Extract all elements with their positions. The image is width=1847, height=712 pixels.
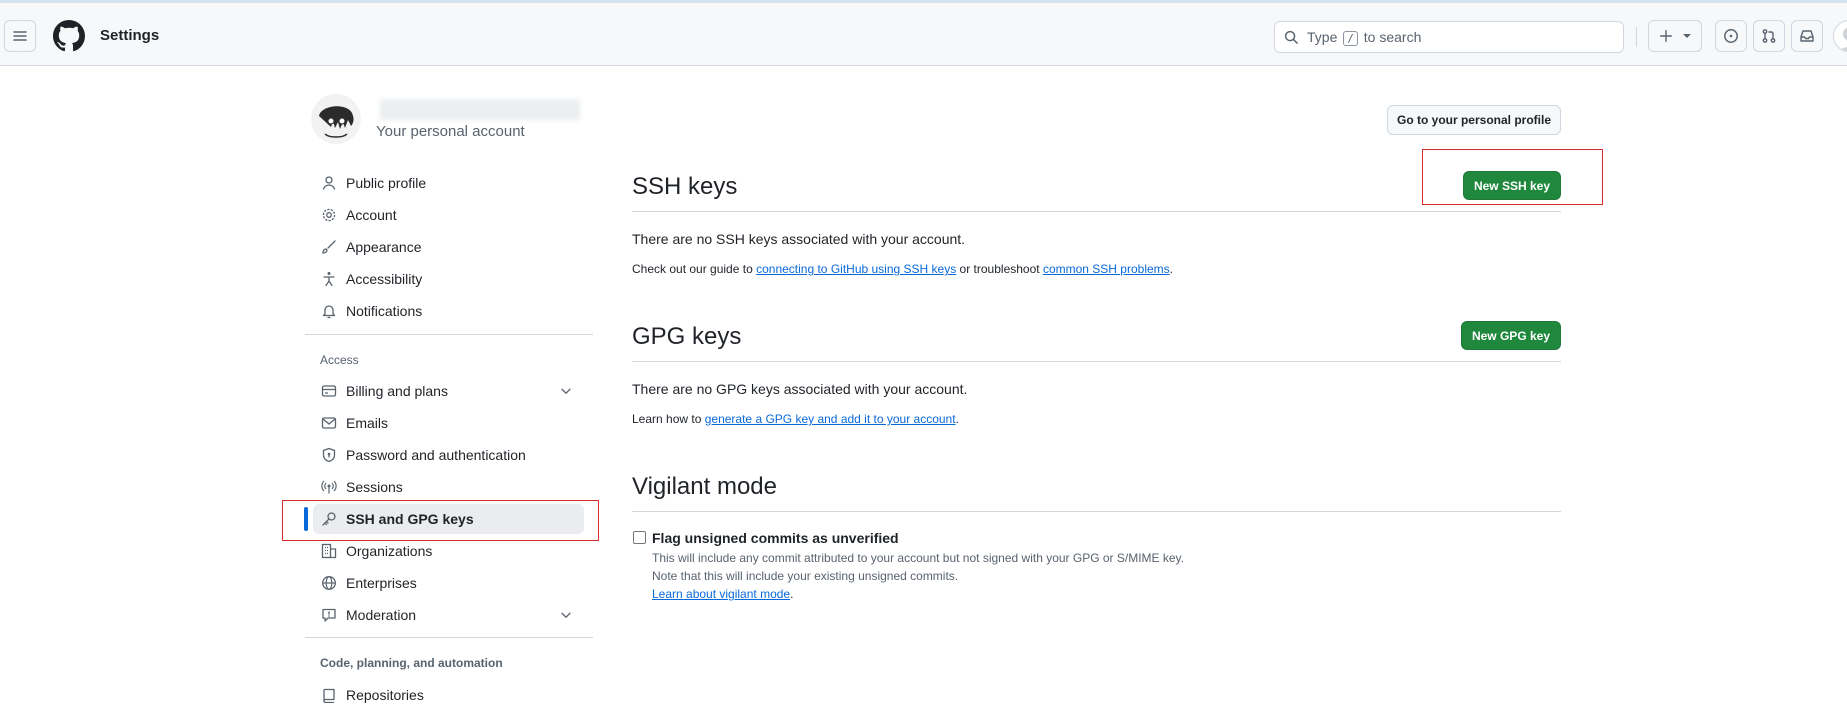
sidebar-item-password[interactable]: Password and authentication [315, 440, 585, 470]
sidebar-divider [305, 334, 593, 335]
sidebar-divider [305, 637, 593, 638]
account-avatar[interactable] [311, 94, 361, 144]
vigilant-desc-1: This will include any commit attributed … [652, 551, 1185, 565]
ssh-keys-title: SSH keys [632, 173, 738, 200]
account-subtitle: Your personal account [376, 123, 525, 140]
vigilant-desc-2: Note that this will include your existin… [652, 569, 959, 583]
create-new-button[interactable] [1648, 20, 1702, 52]
sidebar-item-accessibility[interactable]: Accessibility [315, 264, 585, 294]
gpg-divider [632, 361, 1561, 362]
sidebar-item-public-profile[interactable]: Public profile [315, 168, 585, 198]
global-header: Settings Type / to search [0, 3, 1847, 66]
highlight-box-sidebar [282, 500, 599, 541]
plus-icon [1660, 30, 1672, 42]
sidebar-section-access: Access [320, 353, 359, 367]
issues-button[interactable] [1715, 20, 1747, 52]
search-placeholder: Type / to search [1307, 29, 1422, 46]
vigilant-learn: Learn about vigilant mode. [652, 587, 794, 601]
sidebar-item-account[interactable]: Account [315, 200, 585, 230]
pull-requests-button[interactable] [1753, 20, 1785, 52]
hamburger-icon [13, 31, 27, 41]
gpg-keys-title: GPG keys [632, 323, 742, 350]
search-input[interactable]: Type / to search [1274, 21, 1624, 53]
ssh-problems-link[interactable]: common SSH problems [1043, 262, 1170, 276]
gpg-guide-link[interactable]: generate a GPG key and add it to your ac… [705, 412, 956, 426]
git-pull-request-icon [1762, 29, 1776, 43]
inbox-icon [1800, 30, 1814, 42]
chevron-down-icon[interactable] [559, 384, 573, 398]
gpg-empty-text: There are no GPG keys associated with yo… [632, 381, 968, 397]
bell-icon [322, 305, 336, 319]
search-icon [1284, 30, 1298, 44]
vigilant-learn-link[interactable]: Learn about vigilant mode [652, 587, 790, 601]
ssh-divider [632, 211, 1561, 212]
vigilant-divider [632, 511, 1561, 512]
new-gpg-key-button[interactable]: New GPG key [1461, 321, 1561, 350]
avatar-icon [1839, 27, 1847, 51]
credit-card-icon [321, 385, 337, 397]
avatar-image-icon [311, 94, 361, 144]
sidebar-item-enterprises[interactable]: Enterprises [315, 568, 585, 598]
gpg-learn-text: Learn how to generate a GPG key and add … [632, 412, 959, 426]
menu-button[interactable] [4, 20, 36, 52]
inbox-button[interactable] [1791, 20, 1823, 52]
sidebar-item-sessions[interactable]: Sessions [315, 472, 585, 502]
sidebar-item-appearance[interactable]: Appearance [315, 232, 585, 262]
header-title: Settings [100, 27, 160, 44]
ssh-guide-text: Check out our guide to connecting to Git… [632, 262, 1174, 276]
shield-lock-icon [322, 447, 336, 463]
report-icon [322, 608, 336, 622]
globe-icon [322, 576, 336, 590]
sidebar-item-emails[interactable]: Emails [315, 408, 585, 438]
chevron-down-icon[interactable] [559, 608, 573, 622]
sidebar-item-billing[interactable]: Billing and plans [315, 376, 585, 406]
organization-icon [321, 543, 337, 559]
flag-unsigned-checkbox[interactable] [633, 531, 646, 544]
github-logo-icon[interactable] [53, 20, 85, 52]
header-divider [1636, 27, 1637, 47]
triangle-down-icon [1683, 34, 1691, 38]
user-avatar-button[interactable] [1833, 20, 1847, 52]
repo-icon [323, 688, 335, 703]
mail-icon [321, 417, 337, 429]
ssh-empty-text: There are no SSH keys associated with yo… [632, 231, 966, 247]
accessibility-icon [323, 272, 335, 287]
redacted-name [380, 99, 580, 120]
paintbrush-icon [322, 240, 336, 254]
sidebar-item-moderation[interactable]: Moderation [315, 600, 585, 630]
sidebar-section-code: Code, planning, and automation [320, 656, 503, 670]
sidebar-item-repositories[interactable]: Repositories [315, 680, 585, 710]
vigilant-mode-title: Vigilant mode [632, 473, 777, 500]
person-icon [322, 176, 336, 190]
gear-icon [322, 208, 336, 222]
new-ssh-key-button[interactable]: New SSH key [1463, 171, 1561, 200]
sidebar-item-notifications[interactable]: Notifications [315, 296, 585, 326]
ssh-guide-link[interactable]: connecting to GitHub using SSH keys [756, 262, 956, 276]
go-to-profile-button[interactable]: Go to your personal profile [1387, 105, 1561, 135]
flag-unsigned-label[interactable]: Flag unsigned commits as unverified [652, 530, 899, 546]
broadcast-icon [321, 480, 337, 494]
issue-opened-icon [1724, 29, 1738, 43]
